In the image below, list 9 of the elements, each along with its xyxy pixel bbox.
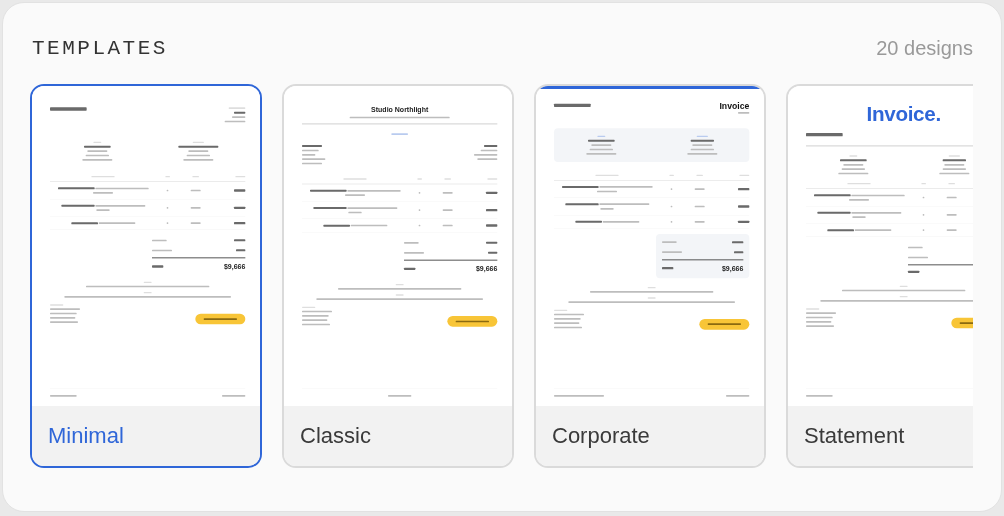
invoice-heading: Invoice <box>719 101 750 111</box>
invoice-heading: Invoice. <box>865 102 942 126</box>
template-name: Statement <box>804 423 905 449</box>
template-name: Corporate <box>552 423 650 449</box>
template-name: Classic <box>300 423 371 449</box>
template-name: Minimal <box>48 423 124 449</box>
design-count: 20 designs <box>876 37 973 60</box>
template-card[interactable]: Invoice. Statement <box>786 84 973 468</box>
section-title: TEMPLATES <box>32 37 168 60</box>
